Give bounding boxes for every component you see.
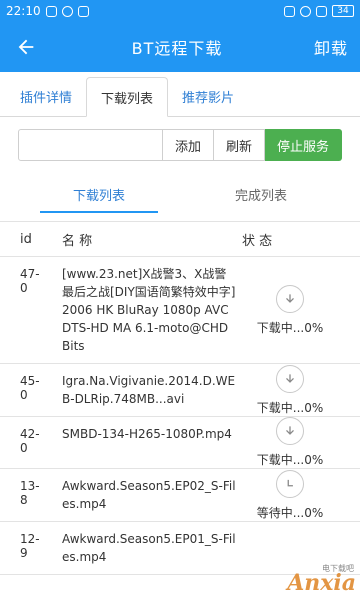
table-row[interactable]: 47-0 [www.23.net]X战警3、X战警最后之战[DIY国语简繁特效中… — [0, 257, 360, 364]
column-header-name: 名 称 — [62, 233, 93, 249]
watermark-logo: Anxia — [287, 570, 356, 596]
row-name: Awkward.Season5.EP01_S-Files.mp4 — [62, 532, 236, 564]
notification-icon — [45, 5, 57, 17]
app-bar: BT远程下载 卸载 — [0, 22, 360, 72]
row-id: 13-8 — [20, 479, 40, 507]
action-bar: 添加 刷新 停止服务 — [0, 129, 360, 161]
tab-recommended-movies[interactable]: 推荐影片 — [168, 76, 248, 116]
tab-bar: 插件详情 下载列表 推荐影片 — [0, 72, 360, 117]
download-icon[interactable] — [276, 364, 304, 393]
table-row[interactable]: 45-0 Igra.Na.Vigivanie.2014.D.WEB-DLRip.… — [0, 364, 360, 417]
download-table: id 名 称 状 态 47-0 [www.23.net]X战警3、X战警最后之战… — [0, 221, 360, 575]
notification-icon — [61, 5, 73, 17]
table-row[interactable]: 42-0 SMBD-134-H265-1080P.mp4 下载中...0% — [0, 417, 360, 469]
status-time: 22:10 — [6, 4, 41, 18]
tab-plugin-details[interactable]: 插件详情 — [6, 76, 86, 116]
column-header-id: id — [20, 231, 32, 247]
uninstall-button[interactable]: 卸载 — [314, 35, 348, 59]
torrent-url-input[interactable] — [18, 129, 163, 161]
signal-icon — [316, 5, 327, 17]
row-name: Igra.Na.Vigivanie.2014.D.WEB-DLRip.748MB… — [62, 374, 236, 406]
subtab-completed-list[interactable]: 完成列表 — [180, 175, 342, 213]
table-row[interactable]: 12-9 Awkward.Season5.EP01_S-Files.mp4 — [0, 522, 360, 575]
status-bar: 22:10 34 — [0, 0, 360, 22]
status-text: 下载中...0% — [256, 320, 324, 335]
row-name: [www.23.net]X战警3、X战警最后之战[DIY国语简繁特效中字]200… — [62, 267, 236, 353]
tab-download-list[interactable]: 下载列表 — [86, 77, 169, 117]
add-button[interactable]: 添加 — [162, 129, 214, 161]
row-name: Awkward.Season5.EP02_S-Files.mp4 — [62, 479, 236, 511]
status-text: 等待中...0% — [256, 505, 324, 520]
column-header-status: 状 态 — [242, 233, 273, 249]
stop-service-button[interactable]: 停止服务 — [264, 129, 342, 161]
wifi-icon — [300, 5, 311, 17]
status-text: 下载中...0% — [256, 400, 324, 415]
row-status: 下载中...0% — [242, 417, 360, 468]
row-name: SMBD-134-H265-1080P.mp4 — [62, 427, 232, 441]
vibrate-icon — [284, 5, 295, 17]
row-status: 下载中...0% — [242, 364, 360, 416]
table-row[interactable]: 13-8 Awkward.Season5.EP02_S-Files.mp4 等待… — [0, 469, 360, 522]
row-status: 等待中...0% — [242, 469, 360, 521]
back-button[interactable] — [12, 33, 40, 61]
row-status: 下载中...0% — [242, 257, 360, 363]
row-id: 12-9 — [20, 532, 40, 560]
battery-icon: 34 — [332, 5, 354, 17]
subtab-download-list[interactable]: 下载列表 — [18, 175, 180, 213]
download-icon[interactable] — [276, 417, 304, 445]
row-id: 47-0 — [20, 267, 40, 295]
refresh-button[interactable]: 刷新 — [213, 129, 265, 161]
clock-icon[interactable] — [276, 469, 304, 498]
subtab-bar: 下载列表 完成列表 — [0, 175, 360, 213]
arrow-left-icon — [18, 39, 34, 55]
table-header: id 名 称 状 态 — [0, 221, 360, 257]
row-id: 42-0 — [20, 427, 40, 455]
status-text: 下载中...0% — [256, 453, 324, 467]
image-icon — [77, 5, 89, 17]
row-id: 45-0 — [20, 374, 40, 402]
page-title: BT远程下载 — [131, 39, 223, 58]
download-icon[interactable] — [276, 284, 304, 313]
